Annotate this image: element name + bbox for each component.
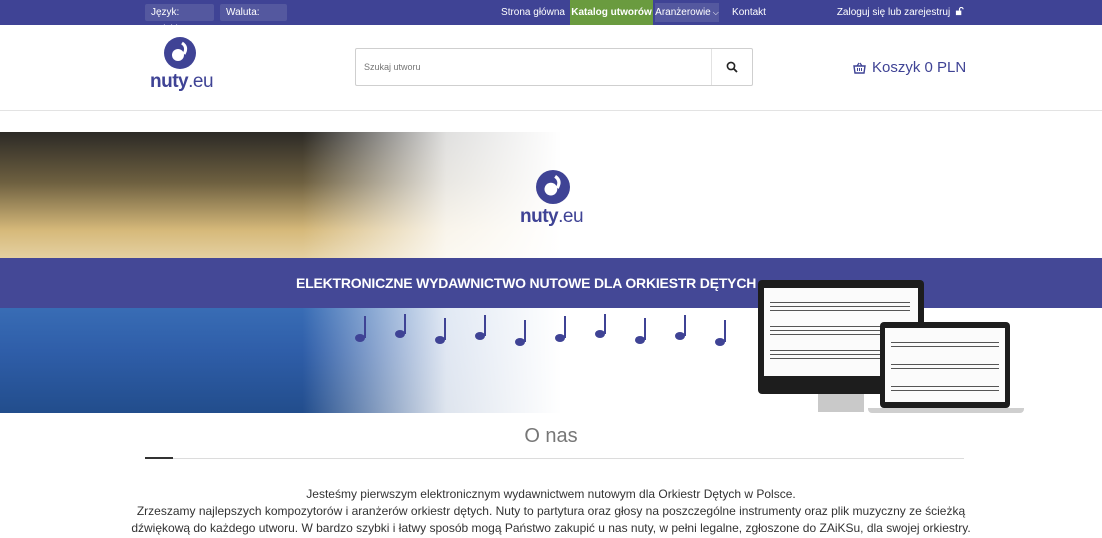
about-line: Zrzeszamy najlepszych kompozytorów i ara…: [136, 504, 966, 518]
about-line: Jesteśmy pierwszym elektronicznym wydawn…: [306, 487, 796, 501]
nav-catalog[interactable]: Katalog utworów: [570, 0, 653, 25]
monitor-stand: [818, 394, 864, 412]
cart-link[interactable]: Koszyk 0 PLN: [853, 59, 966, 76]
cart-label: Koszyk 0 PLN: [872, 59, 967, 76]
search-box: [355, 48, 753, 86]
hero-banner: nuty.eu ELEKTRONICZNE WYDAWNICTWO NUTOWE…: [0, 132, 1102, 413]
about-divider-accent: [145, 457, 173, 459]
top-bar: Język: Polski ⌵ Waluta: PLN ⌵ Strona główn…: [0, 0, 1102, 35]
logo-note-icon: [536, 170, 570, 204]
search-icon: [726, 61, 738, 73]
chevron-down-icon: ⌵: [712, 8, 719, 17]
basket-icon: [853, 62, 866, 74]
sheet-music-image: [885, 328, 1005, 402]
language-select[interactable]: Język: Polski ⌵: [145, 4, 214, 35]
about-divider: [145, 458, 964, 459]
nav-contact[interactable]: Kontakt: [727, 0, 771, 25]
login-link[interactable]: Zaloguj się lub zarejestruj: [837, 0, 964, 25]
banner-headline: ELEKTRONICZNE WYDAWNICTWO NUTOWE DLA ORK…: [296, 275, 757, 291]
banner-band: ELEKTRONICZNE WYDAWNICTWO NUTOWE DLA ORK…: [0, 258, 1102, 308]
laptop-base: [868, 408, 1024, 413]
currency-select[interactable]: Waluta: PLN ⌵: [220, 4, 287, 35]
banner-logo-text: nuty.eu: [520, 206, 584, 227]
nav-home[interactable]: Strona główna: [497, 0, 569, 25]
logo-text: nuty.eu: [150, 71, 214, 92]
laptop-image: [880, 322, 1010, 408]
banner-logo: nuty.eu: [520, 170, 590, 230]
login-label: Zaloguj się lub zarejestruj: [836, 7, 951, 18]
nav-arrangers[interactable]: Aranżerowie ⌵: [655, 3, 719, 22]
about-title: O nas: [524, 425, 578, 447]
search-input[interactable]: [356, 49, 712, 85]
lock-icon: [955, 6, 964, 16]
search-button[interactable]: [711, 49, 752, 85]
about-line: dźwiękową do każdego utworu. W bardzo sz…: [131, 521, 971, 535]
about-text: Jesteśmy pierwszym elektronicznym wydawn…: [120, 486, 982, 537]
site-header: nuty.eu Koszyk 0 PLN: [0, 25, 1102, 111]
site-logo[interactable]: nuty.eu: [150, 37, 214, 93]
music-note-icon: [355, 314, 726, 346]
logo-note-icon: [164, 37, 196, 69]
